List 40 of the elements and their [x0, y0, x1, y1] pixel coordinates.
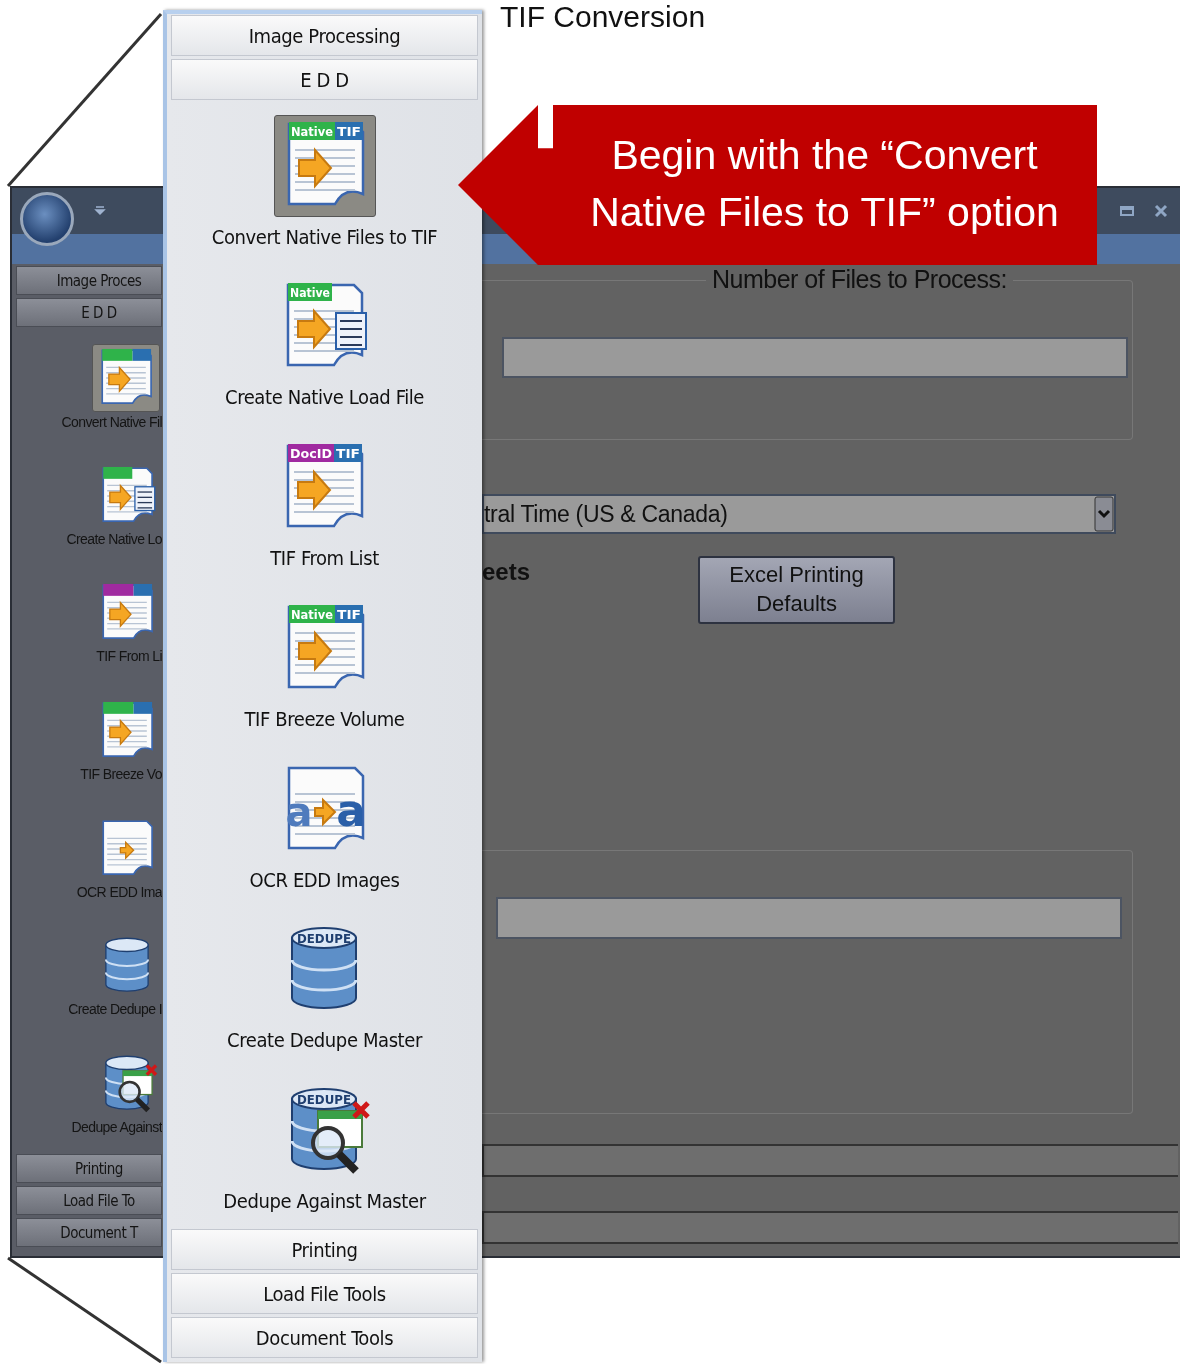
ribbon-item-label: Create Dedupe Master	[227, 1028, 422, 1053]
input-field[interactable]	[496, 897, 1122, 939]
sidebar-item-label: Dedupe Against	[71, 1118, 162, 1135]
input-field[interactable]	[502, 337, 1128, 378]
ribbon-item[interactable]: DEDUPE Create Dedupe Master	[227, 906, 422, 1067]
ribbon-item[interactable]: Native Create Native Load File	[224, 262, 424, 424]
sidebar-item-label: OCR EDD Ima	[76, 883, 162, 900]
ribbon-item[interactable]: Native TIF Convert Native Files to TIF	[211, 102, 438, 263]
ribbon-item[interactable]: DEDUPE Dedupe Against Master	[223, 1066, 426, 1228]
ribbon-header[interactable]: E D D	[171, 59, 478, 100]
close-icon[interactable]	[1154, 204, 1168, 218]
sidebar-item-label: Create Dedupe I	[68, 1001, 162, 1018]
sidebar-header[interactable]: Document T	[16, 1218, 162, 1247]
excel-printing-defaults-button[interactable]: Excel Printing Defaults	[698, 556, 896, 624]
ribbon-item-label: Convert Native Files to TIF	[211, 225, 438, 250]
sidebar-header[interactable]: Printing	[16, 1154, 162, 1183]
ribbon-item[interactable]: DocID TIF TIF From List	[270, 423, 379, 585]
sidebar-header[interactable]: Load File To	[16, 1186, 162, 1215]
ribbon-item-label: Create Native Load File	[224, 385, 424, 410]
ribbon-item-label: OCR EDD Images	[249, 867, 400, 892]
sidebar-item-label: Create Native Lo	[66, 530, 162, 547]
ribbon-header[interactable]: Document Tools	[171, 1317, 478, 1358]
sidebar-item-label: Convert Native Fil	[61, 413, 162, 430]
app-menu-button[interactable]	[20, 192, 74, 246]
dropdown-arrow-icon[interactable]	[94, 206, 106, 216]
maximize-icon[interactable]	[1120, 206, 1134, 216]
sidebar-header[interactable]: Image Proces	[16, 266, 162, 295]
sheets-label: eets	[482, 558, 531, 586]
sidebar-header[interactable]: E D D	[16, 298, 162, 327]
ribbon-item-label: TIF From List	[270, 546, 379, 570]
ribbon-item[interactable]: Native TIF TIF Breeze Volume	[244, 584, 405, 746]
ribbon-header[interactable]: Printing	[171, 1229, 478, 1270]
sidebar-item-label: TIF Breeze Vo	[80, 765, 162, 782]
ribbon-header[interactable]: Load File Tools	[171, 1273, 478, 1314]
sidebar-item-label: TIF From Li	[96, 648, 162, 665]
ribbon-item-label: Dedupe Against Master	[223, 1189, 426, 1214]
slide-title: TIF Conversion	[500, 0, 706, 34]
ribbon-header[interactable]: Image Processing	[171, 15, 478, 56]
ribbon-item-label: TIF Breeze Volume	[244, 706, 405, 731]
timezone-dropdown[interactable]: tral Time (US & Canada)	[482, 494, 1116, 534]
